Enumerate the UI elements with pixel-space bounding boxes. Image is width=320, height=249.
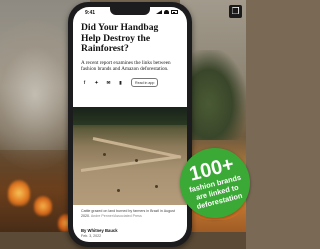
- wifi-icon: [164, 10, 169, 14]
- battery-icon: [171, 10, 178, 14]
- bookmark-icon[interactable]: ▮: [117, 79, 124, 86]
- dirt-path: [80, 155, 181, 172]
- cattle: [117, 189, 120, 192]
- article-summary: A recent report examines the links betwe…: [81, 59, 171, 73]
- article-date: Feb. 3, 2022: [81, 234, 102, 238]
- phone-screen: 9:41 Did Your Handbag Help Destroy the R…: [73, 7, 187, 242]
- twitter-icon[interactable]: ✦: [93, 79, 100, 86]
- cattle: [103, 153, 106, 156]
- article-headline[interactable]: Did Your Handbag Help Destroy the Rainfo…: [81, 22, 179, 55]
- cattle: [135, 159, 138, 162]
- flame: [8, 180, 30, 206]
- read-in-app-button[interactable]: Read in app: [131, 78, 159, 88]
- cattle: [155, 185, 158, 188]
- forest-trees-right: [184, 50, 246, 140]
- facebook-icon[interactable]: f: [81, 79, 88, 86]
- status-icons: [156, 10, 178, 14]
- image-caption: Cattle grazed on land burned by farmers …: [81, 209, 179, 218]
- article-image: [73, 107, 187, 205]
- article-byline[interactable]: By Whitney Bauck: [81, 228, 118, 233]
- corner-logo-icon: ❐: [229, 5, 242, 18]
- phone-frame: 9:41 Did Your Handbag Help Destroy the R…: [68, 2, 192, 247]
- dirt-path: [92, 137, 182, 159]
- status-bar: 9:41: [73, 7, 187, 21]
- share-toolbar: f ✦ ✉ ▮ Read in app: [81, 78, 179, 88]
- signal-icon: [156, 10, 162, 14]
- flame: [34, 196, 52, 216]
- phone-notch: [110, 7, 150, 15]
- photo-credit: Andre Penner/Associated Press: [90, 213, 142, 218]
- forest-edge: [73, 107, 187, 125]
- email-icon[interactable]: ✉: [105, 79, 112, 86]
- status-time: 9:41: [85, 10, 96, 16]
